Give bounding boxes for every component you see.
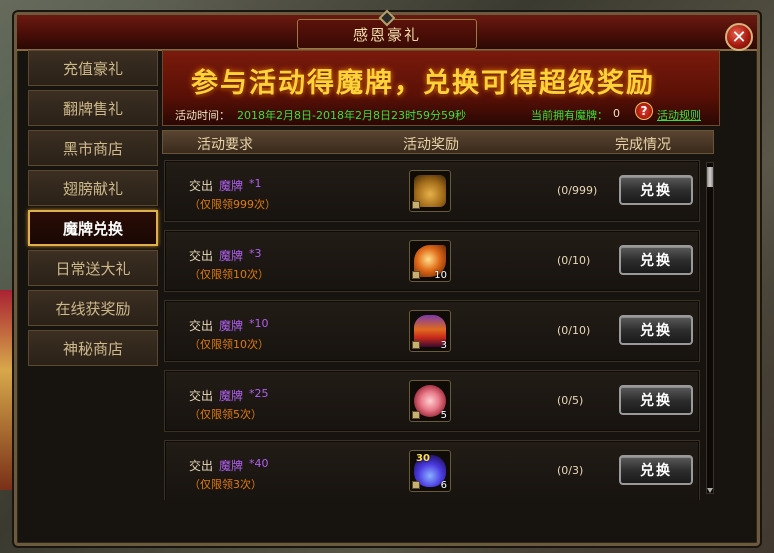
header-status: 完成情况 — [615, 137, 671, 153]
title-bar: 感恩豪礼 ✕ — [17, 9, 757, 51]
progress-text: (0/3) — [557, 464, 584, 477]
sidebar-item-mystery-shop[interactable]: 神秘商店 — [28, 330, 158, 366]
sidebar-item-flip-card[interactable]: 翻牌售礼 — [28, 90, 158, 126]
close-icon: ✕ — [731, 26, 747, 48]
banner-headline: 参与活动得魔牌，兑换可得超级奖励 — [191, 68, 655, 99]
lock-icon — [412, 201, 420, 209]
progress-text: (0/5) — [557, 394, 584, 407]
reward-slot[interactable]: 10 — [409, 240, 451, 282]
sidebar-item-recharge[interactable]: 充值豪礼 — [28, 50, 158, 86]
reward-slot[interactable] — [409, 170, 451, 212]
list-item: 交出 魔牌 *3 （仅限领10次） 10 (0/10) 兑换 — [164, 230, 700, 292]
requirement-prefix: 交出 — [189, 249, 214, 263]
requirement-prefix: 交出 — [189, 319, 214, 333]
requirement-count: *10 — [249, 317, 269, 330]
lock-icon — [412, 481, 420, 489]
sidebar-item-daily-gift[interactable]: 日常送大礼 — [28, 250, 158, 286]
list-item: 交出 魔牌 *25 （仅限领5次） 5 (0/5) 兑换 — [164, 370, 700, 432]
requirement-count: *40 — [249, 457, 269, 470]
exchange-button[interactable]: 兑换 — [619, 385, 693, 415]
progress-text: (0/10) — [557, 254, 591, 267]
list-item: 交出 魔牌 *1 （仅限领999次） (0/999) 兑换 — [164, 160, 700, 222]
table-header: 活动要求 活动奖励 完成情况 — [162, 130, 714, 154]
reward-slot[interactable]: 5 — [409, 380, 451, 422]
title-plate: 感恩豪礼 — [297, 9, 477, 49]
question-icon[interactable]: ? — [635, 102, 653, 120]
sidebar-item-online-reward[interactable]: 在线获奖励 — [28, 290, 158, 326]
header-reward: 活动奖励 — [403, 137, 459, 153]
reward-quantity: 5 — [440, 410, 447, 421]
progress-text: (0/999) — [557, 184, 598, 197]
requirement-limit: （仅限领999次） — [189, 198, 276, 211]
requirement-item: 魔牌 — [219, 319, 244, 333]
exchange-list: 交出 魔牌 *1 （仅限领999次） (0/999) 兑换 交出 魔牌 *3 （… — [164, 160, 704, 500]
owned-cards-label: 当前拥有魔牌： — [531, 109, 608, 122]
exchange-button[interactable]: 兑换 — [619, 455, 693, 485]
requirement-prefix: 交出 — [189, 179, 214, 193]
list-item: 交出 魔牌 *10 （仅限领10次） 3 (0/10) 兑换 — [164, 300, 700, 362]
reward-slot[interactable]: 3 — [409, 310, 451, 352]
progress-text: (0/10) — [557, 324, 591, 337]
requirement-item: 魔牌 — [219, 389, 244, 403]
lock-icon — [412, 271, 420, 279]
requirement-limit: （仅限领3次） — [189, 478, 262, 491]
rules-link[interactable]: 活动规则 — [657, 107, 701, 123]
requirement-limit: （仅限领5次） — [189, 408, 262, 421]
reward-badge: 30 — [416, 453, 430, 464]
reward-quantity: 10 — [434, 270, 447, 281]
requirement-limit: （仅限领10次） — [189, 338, 269, 351]
exchange-button[interactable]: 兑换 — [619, 315, 693, 345]
sidebar-item-black-market[interactable]: 黑市商店 — [28, 130, 158, 166]
reward-quantity: 3 — [440, 340, 447, 351]
reward-slot[interactable]: 30 6 — [409, 450, 451, 492]
lock-icon — [412, 341, 420, 349]
window-title: 感恩豪礼 — [352, 25, 421, 44]
exchange-button[interactable]: 兑换 — [619, 245, 693, 275]
requirement-count: *25 — [249, 387, 269, 400]
event-time-label: 活动时间： — [175, 109, 230, 122]
requirement-item: 魔牌 — [219, 249, 244, 263]
requirement-prefix: 交出 — [189, 389, 214, 403]
sidebar-item-card-exchange[interactable]: 魔牌兑换 — [28, 210, 158, 246]
scroll-thumb[interactable] — [707, 167, 713, 187]
requirement-limit: （仅限领10次） — [189, 268, 269, 281]
requirement-item: 魔牌 — [219, 459, 244, 473]
list-item: 交出 魔牌 *40 （仅限领3次） 30 6 (0/3) 兑换 — [164, 440, 700, 500]
scroll-down-icon[interactable] — [707, 488, 713, 493]
requirement-count: *3 — [249, 247, 262, 260]
close-button[interactable]: ✕ — [725, 23, 753, 51]
requirement-item: 魔牌 — [219, 179, 244, 193]
exchange-button[interactable]: 兑换 — [619, 175, 693, 205]
requirement-prefix: 交出 — [189, 459, 214, 473]
owned-cards-value: 0 — [613, 107, 620, 120]
sidebar-item-wings[interactable]: 翅膀献礼 — [28, 170, 158, 206]
header-requirement: 活动要求 — [197, 137, 253, 153]
reward-quantity: 6 — [440, 480, 447, 491]
event-banner: 参与活动得魔牌，兑换可得超级奖励 活动时间： 2018年2月8日-2018年2月… — [162, 50, 720, 126]
scrollbar[interactable] — [706, 162, 714, 494]
event-time-value: 2018年2月8日-2018年2月8日23时59分59秒 — [237, 109, 466, 122]
lock-icon — [412, 411, 420, 419]
requirement-count: *1 — [249, 177, 262, 190]
sidebar: 充值豪礼 翻牌售礼 黑市商店 翅膀献礼 魔牌兑换 日常送大礼 在线获奖励 神秘商… — [28, 50, 158, 370]
